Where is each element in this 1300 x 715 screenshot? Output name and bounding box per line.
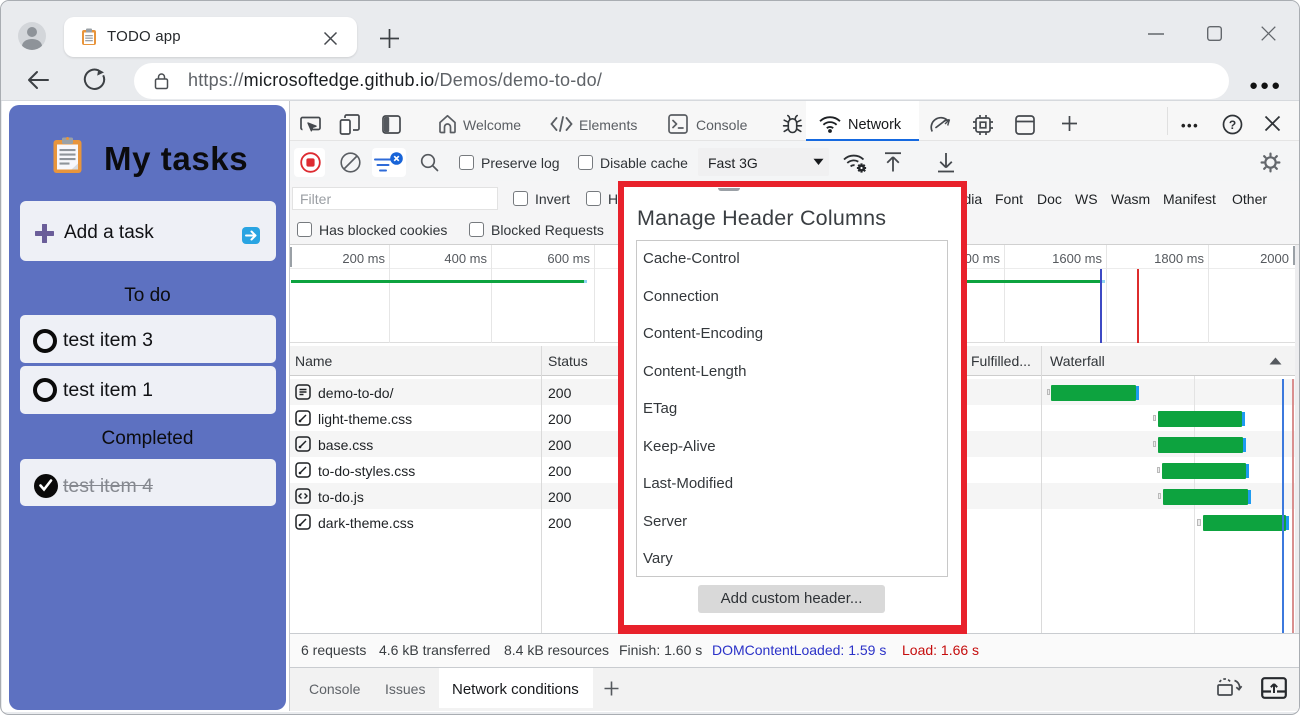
- svg-text:?: ?: [1229, 118, 1236, 132]
